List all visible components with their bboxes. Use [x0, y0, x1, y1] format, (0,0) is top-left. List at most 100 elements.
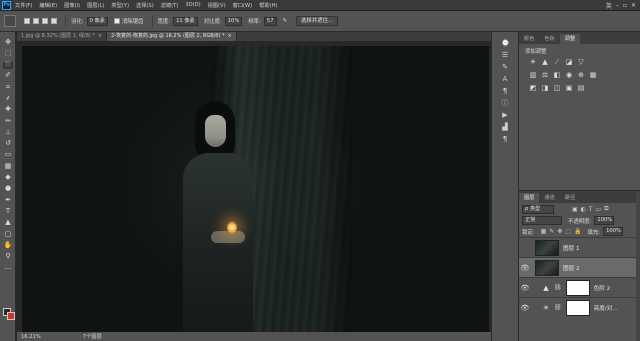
blend-mode-select[interactable]: 正常: [522, 216, 562, 225]
lock-position-icon[interactable]: ✥: [557, 228, 562, 235]
levels-icon[interactable]: ▲: [541, 58, 549, 66]
brush-panel-icon[interactable]: ✎: [501, 64, 509, 71]
color-swatches[interactable]: [3, 308, 15, 320]
layer-name[interactable]: 亮度/对...: [594, 304, 618, 312]
close-icon[interactable]: ✕: [631, 2, 636, 9]
clone-stamp-tool-icon[interactable]: ⊥: [3, 128, 13, 136]
pen-pressure-icon[interactable]: ✎: [283, 18, 288, 24]
layer-mask-thumbnail[interactable]: [565, 299, 590, 316]
menu-select[interactable]: 选择(S): [136, 2, 154, 9]
brightness-adjustment-icon[interactable]: ☀: [541, 303, 551, 313]
visibility-icon[interactable]: 👁: [519, 304, 531, 312]
brightness-contrast-icon[interactable]: ☀: [529, 58, 537, 66]
gradient-tool-icon[interactable]: ▦: [3, 162, 13, 170]
quick-select-tool-icon[interactable]: ✐: [3, 72, 13, 80]
new-selection-icon[interactable]: [24, 18, 30, 24]
close-tab-icon[interactable]: ×: [228, 33, 232, 39]
menu-file[interactable]: 文件(F): [15, 2, 32, 9]
layers-scrollbar[interactable]: [636, 191, 640, 341]
vibrance-icon[interactable]: ▽: [577, 58, 585, 66]
layer-name[interactable]: 图层 1: [563, 244, 580, 252]
layer-name[interactable]: 色阶 2: [594, 284, 611, 292]
layer-name[interactable]: 图层 2: [563, 264, 580, 272]
restore-icon[interactable]: ▫: [623, 2, 627, 9]
menu-help[interactable]: 帮助(H): [259, 2, 277, 9]
posterize-icon[interactable]: ◨: [541, 84, 549, 92]
healing-brush-tool-icon[interactable]: ✚: [3, 106, 13, 114]
more-tools-icon[interactable]: …: [3, 264, 13, 272]
layer-row[interactable]: 👁 ▲ ⛓ 色阶 2: [519, 277, 640, 297]
image-canvas[interactable]: [22, 46, 489, 335]
layer-row[interactable]: 图层 1: [519, 237, 640, 257]
lock-artboard-icon[interactable]: ⬚: [565, 228, 571, 235]
crop-tool-icon[interactable]: ⌗: [3, 83, 13, 91]
black-white-icon[interactable]: ◧: [553, 71, 561, 79]
channel-mixer-icon[interactable]: ⊕: [577, 71, 585, 79]
properties-panel-icon[interactable]: ☰: [501, 52, 509, 59]
hand-tool-icon[interactable]: ✋: [3, 241, 13, 249]
tab-adjustments[interactable]: 调整: [559, 34, 581, 44]
menu-layer[interactable]: 图层(L): [87, 2, 104, 9]
subtract-selection-icon[interactable]: [42, 18, 48, 24]
add-selection-icon[interactable]: [33, 18, 39, 24]
document-tab[interactable]: 1.jpg @ 8.32% (图层 1, 绿/8) * ×: [17, 32, 108, 41]
document-tab-active[interactable]: 2-恢复的-恢复的.jpg @ 16.2% (图层 2, RGB/8) * ×: [107, 32, 237, 41]
exposure-icon[interactable]: ◪: [565, 58, 573, 66]
curves-icon[interactable]: ⟋: [553, 58, 561, 66]
link-icon[interactable]: ⛓: [554, 284, 562, 291]
brush-tool-icon[interactable]: ✏: [3, 117, 13, 125]
layer-filter-select[interactable]: ρ 类型: [522, 204, 554, 214]
filter-adjustment-icon[interactable]: ◐: [581, 206, 586, 213]
menu-image[interactable]: 图像(I): [64, 2, 80, 9]
photo-filter-icon[interactable]: ◉: [565, 71, 573, 79]
type-tool-icon[interactable]: T: [3, 207, 13, 215]
hue-saturation-icon[interactable]: ▥: [529, 71, 537, 79]
feather-input[interactable]: 0 像素: [86, 16, 108, 26]
select-and-mask-button[interactable]: 选择并遮住...: [296, 16, 339, 26]
history-panel-icon[interactable]: ⌚: [501, 40, 510, 47]
background-color[interactable]: [7, 312, 15, 320]
intersect-selection-icon[interactable]: [51, 18, 57, 24]
filter-smart-icon[interactable]: ⧉: [604, 205, 608, 213]
document-info[interactable]: 7个图层: [83, 333, 102, 340]
invert-icon[interactable]: ◩: [529, 84, 537, 92]
layer-row[interactable]: 👁 ☀ ⛓ 亮度/对...: [519, 297, 640, 317]
info-panel-icon[interactable]: ⓘ: [501, 100, 509, 107]
marquee-tool-icon[interactable]: ⬚: [3, 49, 13, 57]
visibility-icon[interactable]: 👁: [519, 264, 531, 272]
menu-edit[interactable]: 编辑(E): [39, 2, 57, 9]
color-lookup-icon[interactable]: ▦: [589, 71, 597, 79]
eraser-tool-icon[interactable]: ▭: [3, 151, 13, 159]
rectangle-tool-icon[interactable]: ▢: [3, 230, 13, 238]
selective-color-icon[interactable]: ▣: [565, 84, 573, 92]
link-icon[interactable]: ⛓: [554, 304, 562, 311]
menu-window[interactable]: 窗口(W): [233, 2, 253, 9]
histogram-panel-icon[interactable]: ▟: [501, 124, 509, 131]
zoom-tool-icon[interactable]: ⚲: [3, 253, 13, 261]
menu-type[interactable]: 类型(Y): [111, 2, 129, 9]
layer-row[interactable]: 👁 图层 2: [519, 257, 640, 277]
tab-paths[interactable]: 路径: [560, 193, 580, 203]
actions-panel-icon[interactable]: ▶: [501, 112, 509, 119]
zoom-level[interactable]: 16.21%: [21, 334, 41, 340]
glyphs-panel-icon[interactable]: ¶: [501, 136, 509, 143]
layer-mask-thumbnail[interactable]: [565, 279, 590, 296]
opacity-input[interactable]: 100%: [594, 216, 615, 225]
lock-transparent-icon[interactable]: ▦: [541, 228, 547, 235]
tab-channels[interactable]: 通道: [539, 193, 559, 203]
eyedropper-tool-icon[interactable]: ⸙: [3, 94, 13, 102]
ime-indicator[interactable]: 英: [606, 1, 612, 10]
minimize-icon[interactable]: –: [616, 2, 619, 9]
filter-shape-icon[interactable]: ▭: [596, 206, 602, 213]
path-select-tool-icon[interactable]: ▲: [3, 219, 13, 227]
paragraph-panel-icon[interactable]: ¶: [501, 88, 509, 95]
width-input[interactable]: 11 像素: [173, 16, 198, 26]
lock-pixels-icon[interactable]: ✎: [549, 228, 554, 235]
lasso-tool-icon[interactable]: ➰: [3, 60, 13, 69]
gradient-map-icon[interactable]: ▤: [577, 84, 585, 92]
visibility-icon[interactable]: 👁: [519, 284, 531, 292]
move-tool-icon[interactable]: ✥: [3, 38, 13, 46]
history-brush-tool-icon[interactable]: ↺: [3, 140, 13, 148]
dodge-tool-icon[interactable]: ●: [3, 185, 13, 193]
threshold-icon[interactable]: ◫: [553, 84, 561, 92]
